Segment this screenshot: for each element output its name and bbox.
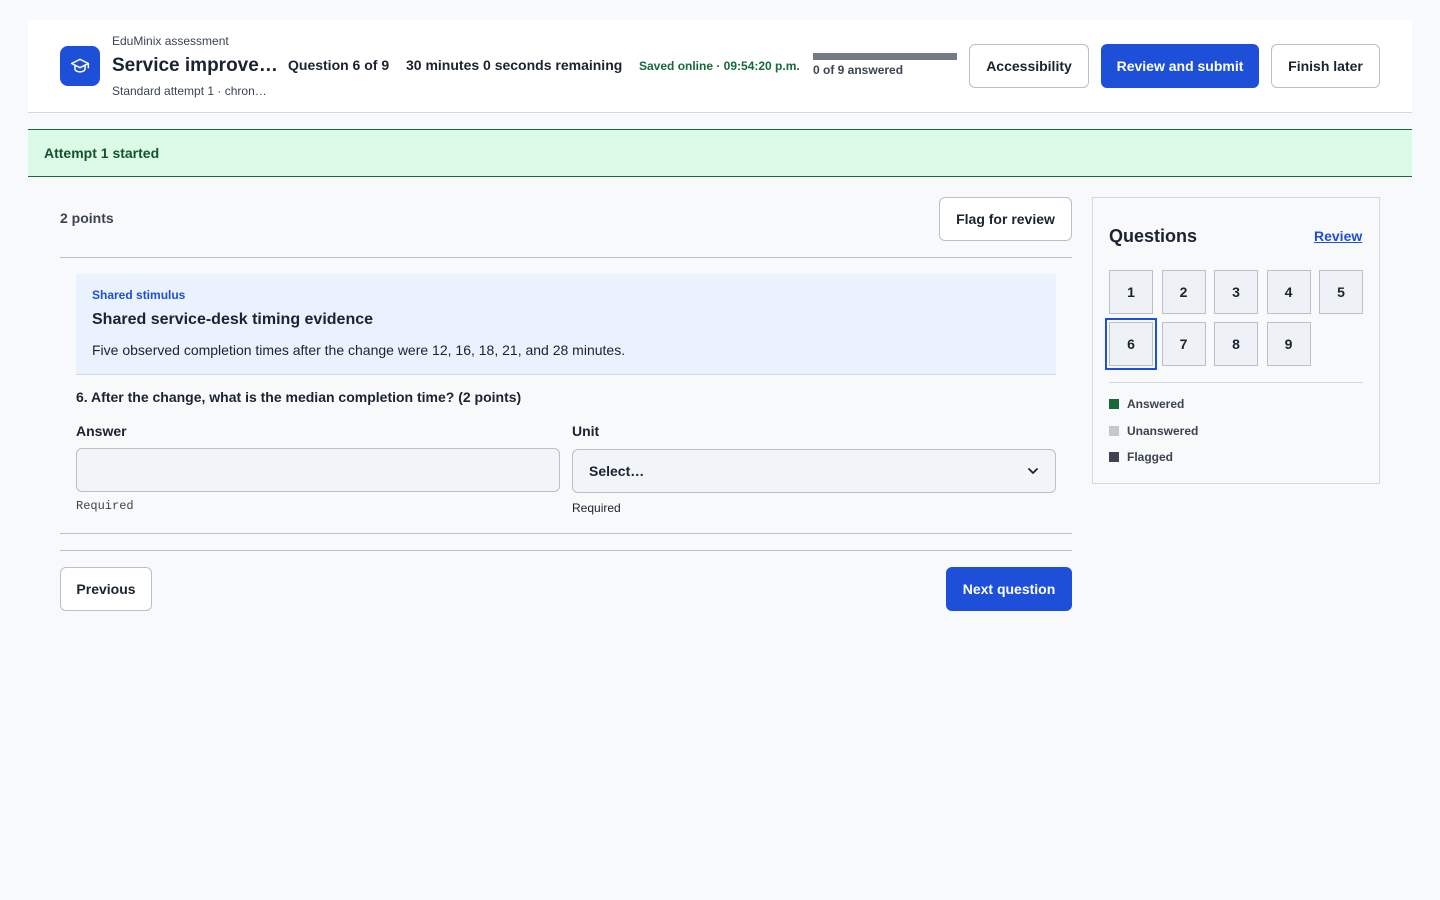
legend-swatch (1109, 425, 1119, 436)
legend-item-unanswered: Unanswered (1109, 424, 1198, 438)
question-nav-button-1[interactable]: 1 (1109, 270, 1153, 314)
flag-for-review-button[interactable]: Flag for review (939, 197, 1072, 241)
questions-panel: Questions Review 12345 6789 Answered Unans… (1092, 197, 1380, 484)
legend-label: Flagged (1127, 450, 1174, 464)
finish-later-button[interactable]: Finish later (1271, 44, 1380, 88)
unit-select-value: Select… (589, 463, 645, 479)
question-nav-button-7[interactable]: 7 (1161, 322, 1206, 366)
attempt-subtitle: Standard attempt 1 · chronological (112, 84, 272, 98)
question-prompt: 6. After the change, what is the median … (76, 389, 522, 405)
answer-input[interactable] (76, 448, 560, 492)
answer-label: Answer (76, 423, 127, 439)
unit-label: Unit (572, 423, 600, 439)
progress-label: 0 of 9 answered (813, 63, 904, 77)
legend-item-flagged: Flagged (1109, 450, 1173, 464)
banner-text: Attempt 1 started (44, 145, 160, 161)
shared-stimulus: Shared stimulus Shared service-desk timi… (76, 274, 1056, 375)
stimulus-label: Shared stimulus (92, 288, 186, 302)
previous-button[interactable]: Previous (60, 567, 152, 611)
question-nav-button-4[interactable]: 4 (1266, 270, 1311, 314)
question-points: 2 points (60, 210, 114, 226)
panel-title: Questions (1109, 226, 1198, 246)
progress-bar (813, 53, 957, 60)
attempt-started-banner: Attempt 1 started (28, 129, 1412, 177)
assessment-title: Service improvement (112, 55, 278, 76)
answer-required-hint: Required (76, 499, 134, 513)
question-nav-button-9[interactable]: 9 (1266, 322, 1311, 366)
panel-divider (1109, 382, 1363, 383)
question-section: Shared stimulus Shared service-desk timi… (60, 257, 1072, 534)
question-nav-button-8[interactable]: 8 (1214, 322, 1258, 366)
brand-name: EduMinix assessment (112, 34, 229, 48)
stimulus-title: Shared service-desk timing evidence (92, 311, 374, 328)
unit-required-hint: Required (572, 501, 621, 515)
question-nav-button-6[interactable]: 6 (1105, 318, 1157, 370)
accessibility-button[interactable]: Accessibility (969, 44, 1089, 88)
legend-swatch (1109, 399, 1119, 409)
chevron-down-icon (1027, 465, 1039, 477)
legend-swatch (1109, 452, 1119, 462)
question-nav-button-5[interactable]: 5 (1319, 270, 1363, 314)
legend-label: Unanswered (1127, 423, 1199, 438)
assessment-header: EduMinix assessment Service improvement … (28, 20, 1412, 113)
time-remaining: 30 minutes 0 seconds remaining (406, 57, 623, 73)
nav-divider (60, 550, 1072, 551)
review-link[interactable]: Review (1314, 228, 1362, 244)
question-counter: Question 6 of 9 (288, 57, 390, 73)
graduation-cap-icon (60, 46, 100, 86)
review-and-submit-button[interactable]: Review and submit (1101, 44, 1259, 88)
unit-select[interactable]: Select… (572, 449, 1056, 493)
next-question-button[interactable]: Next question (946, 567, 1072, 611)
legend-item-answered: Answered (1109, 397, 1184, 411)
question-nav-button-3[interactable]: 3 (1214, 270, 1258, 314)
question-nav-button-2[interactable]: 2 (1161, 270, 1206, 314)
legend-label: Answered (1127, 397, 1185, 411)
save-status: Saved online · 09:54:20 p.m. (639, 59, 800, 73)
stimulus-text: Five observed completion times after the… (92, 342, 626, 358)
